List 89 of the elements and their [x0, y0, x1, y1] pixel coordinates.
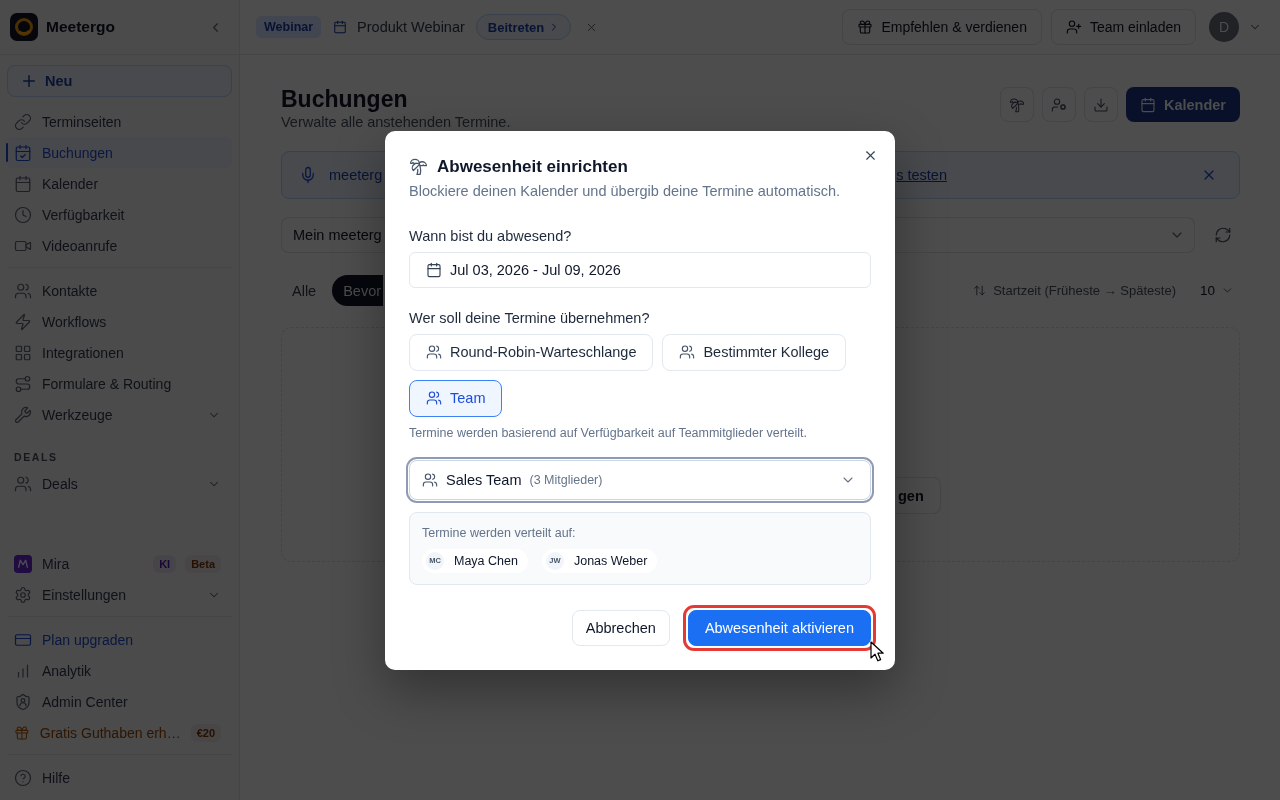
calendar-icon	[1139, 96, 1156, 113]
palm-tree-icon	[409, 157, 428, 176]
user-gear-icon	[1050, 96, 1067, 113]
brand-name: Meetergo	[46, 18, 115, 36]
members-heading: Termine werden verteilt auf:	[422, 524, 577, 541]
user-plus-icon	[1065, 19, 1082, 35]
page-size-select[interactable]: 10	[1199, 283, 1240, 298]
banner-link[interactable]: s testen	[896, 167, 947, 183]
gift-icon	[857, 19, 874, 35]
people-icon	[426, 390, 442, 406]
nav-item[interactable]: Terminseiten	[7, 106, 232, 137]
field-label: Wer soll deine Termine übernehmen?	[409, 308, 651, 328]
lightning-icon	[14, 312, 32, 331]
nav-item[interactable]: Gratis Guthaben erh… €20	[7, 717, 232, 748]
nav-item[interactable]: Einstellungen	[7, 579, 232, 610]
nav-item[interactable]: Analytik	[7, 655, 232, 686]
cursor-icon	[869, 640, 885, 662]
nav-item[interactable]: Kontakte	[7, 275, 232, 306]
people-icon	[679, 344, 696, 360]
new-button[interactable]: Neu	[7, 65, 232, 97]
wrench-icon	[14, 405, 32, 424]
event-type-tag: Webinar	[256, 16, 322, 38]
invite-button[interactable]: Team einladen	[1050, 9, 1196, 45]
m-logo-icon	[14, 554, 32, 573]
calendar-icon	[333, 20, 348, 34]
date-range-field[interactable]: Jul 03, 2026 - Jul 09, 2026	[409, 251, 871, 288]
toolbar-button[interactable]	[1083, 87, 1118, 122]
sort-arrows-icon	[973, 284, 987, 297]
filter-select[interactable]: Mein meeterg	[281, 217, 385, 253]
dialog-subtitle: Blockiere deinen Kalender und übergib deine Termine automatisch.	[409, 181, 841, 201]
download-icon	[1092, 96, 1109, 113]
calendar-check-icon	[14, 143, 32, 162]
toolbar-button[interactable]	[1041, 87, 1076, 122]
calendar-icon	[426, 261, 442, 278]
gift-icon	[14, 723, 30, 742]
nav-item[interactable]: Integrationen	[7, 337, 232, 368]
microphone-icon	[299, 166, 317, 184]
grid-icon	[14, 343, 32, 362]
palm-tree-icon	[1008, 96, 1025, 113]
dialog-title: Abwesenheit einrichten	[437, 156, 628, 177]
field-label: Wann bist du abwesend?	[409, 226, 573, 246]
sort-button[interactable]: Startzeit (Früheste → Späteste)	[973, 283, 1176, 298]
nav-tag: €20	[190, 723, 221, 742]
nav-item[interactable]: Videoanrufe	[7, 230, 232, 261]
nav-item[interactable]: Hilfe	[7, 762, 232, 793]
hint-text: Termine werden basierend auf Verfügbarkeit auf Teammitglieder verteilt.	[409, 424, 808, 441]
option-button[interactable]: Bestimmter Kollege	[662, 333, 847, 371]
nav-item[interactable]: Deals	[7, 468, 232, 499]
calendar-button[interactable]: Kalender	[1125, 87, 1240, 122]
link-icon	[14, 112, 32, 131]
nav-item[interactable]: Verfügbarkeit	[7, 199, 232, 230]
nav-item[interactable]: Kalender	[7, 168, 232, 199]
cancel-button[interactable]: Abbrechen	[571, 609, 670, 646]
banner-text: meeterg	[329, 167, 383, 183]
nav-item[interactable]: Formulare & Routing	[7, 368, 232, 399]
nav-tag: KI	[153, 554, 177, 573]
referral-button[interactable]: Empfehlen & verdienen	[842, 9, 1042, 45]
help-icon	[14, 768, 32, 787]
people-icon	[14, 474, 32, 493]
member-name: Jonas Weber	[573, 553, 648, 568]
people-icon	[422, 471, 438, 488]
action-button[interactable]: gen	[896, 477, 941, 514]
confirm-button[interactable]: Abwesenheit aktivieren	[687, 609, 871, 646]
refresh-icon	[1213, 226, 1232, 244]
nav-item[interactable]: Mira KI Beta	[7, 548, 232, 579]
nav-item[interactable]: Workflows	[7, 306, 232, 337]
shield-user-icon	[14, 692, 32, 711]
plus-icon	[20, 72, 38, 90]
people-icon	[426, 344, 442, 360]
member-name: Maya Chen	[454, 553, 518, 568]
calendar-icon	[14, 174, 32, 193]
event-title: Produkt Webinar	[357, 19, 465, 35]
tab[interactable]: Alle	[281, 275, 328, 306]
logo-icon	[10, 13, 38, 41]
join-button[interactable]: Beitreten	[475, 14, 572, 40]
nav-item[interactable]: Admin Center	[7, 686, 232, 717]
team-select[interactable]: Sales Team (3 Mitglieder)	[409, 459, 871, 500]
settings-icon	[14, 585, 32, 604]
toolbar-button[interactable]	[999, 87, 1034, 122]
page-title: Buchungen	[281, 86, 409, 112]
tab[interactable]: Bevor	[332, 275, 384, 306]
nav-tag: Beta	[185, 554, 221, 573]
nav-item[interactable]: Werkzeuge	[7, 399, 232, 430]
option-button[interactable]: Team	[409, 379, 503, 417]
route-icon	[14, 374, 32, 393]
nav-item[interactable]: Plan upgraden	[7, 624, 232, 655]
clock-icon	[14, 205, 32, 224]
people-icon	[14, 281, 32, 300]
option-button[interactable]: Round-Robin-Warteschlange	[409, 333, 654, 371]
